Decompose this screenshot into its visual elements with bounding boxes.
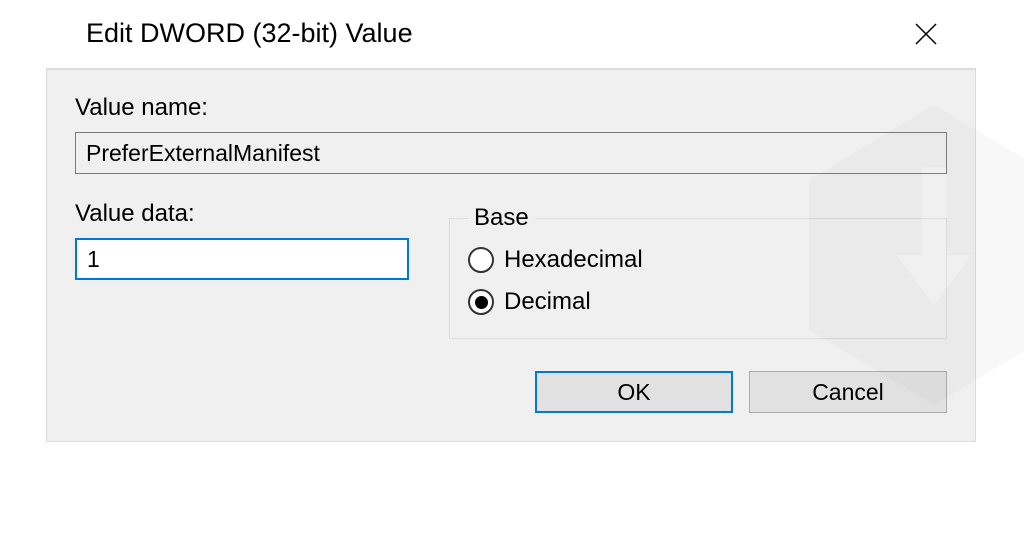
radio-dot-icon [475, 296, 488, 309]
title-bar: Edit DWORD (32-bit) Value [46, 0, 976, 68]
radio-label-decimal: Decimal [504, 288, 591, 316]
value-data-column: Value data: [75, 200, 409, 280]
value-data-label: Value data: [75, 200, 409, 228]
base-legend: Base [468, 204, 535, 232]
cancel-button[interactable]: Cancel [749, 371, 947, 413]
dialog-body: Value name: Value data: Base Hexadecimal… [46, 68, 976, 442]
close-button[interactable] [910, 18, 942, 50]
value-data-input[interactable] [75, 238, 409, 280]
lower-row: Value data: Base Hexadecimal Decimal [75, 200, 947, 339]
radio-icon [468, 289, 494, 315]
radio-hexadecimal[interactable]: Hexadecimal [468, 246, 928, 274]
value-name-input[interactable] [75, 132, 947, 174]
dialog-window: Edit DWORD (32-bit) Value Value name: Va… [46, 0, 976, 442]
dialog-title: Edit DWORD (32-bit) Value [86, 18, 413, 49]
ok-button[interactable]: OK [535, 371, 733, 413]
button-row: OK Cancel [75, 371, 947, 413]
base-group: Base Hexadecimal Decimal [449, 204, 947, 339]
radio-decimal[interactable]: Decimal [468, 288, 928, 316]
radio-icon [468, 247, 494, 273]
close-icon [913, 21, 939, 47]
radio-label-hexadecimal: Hexadecimal [504, 246, 643, 274]
value-name-label: Value name: [75, 94, 947, 122]
